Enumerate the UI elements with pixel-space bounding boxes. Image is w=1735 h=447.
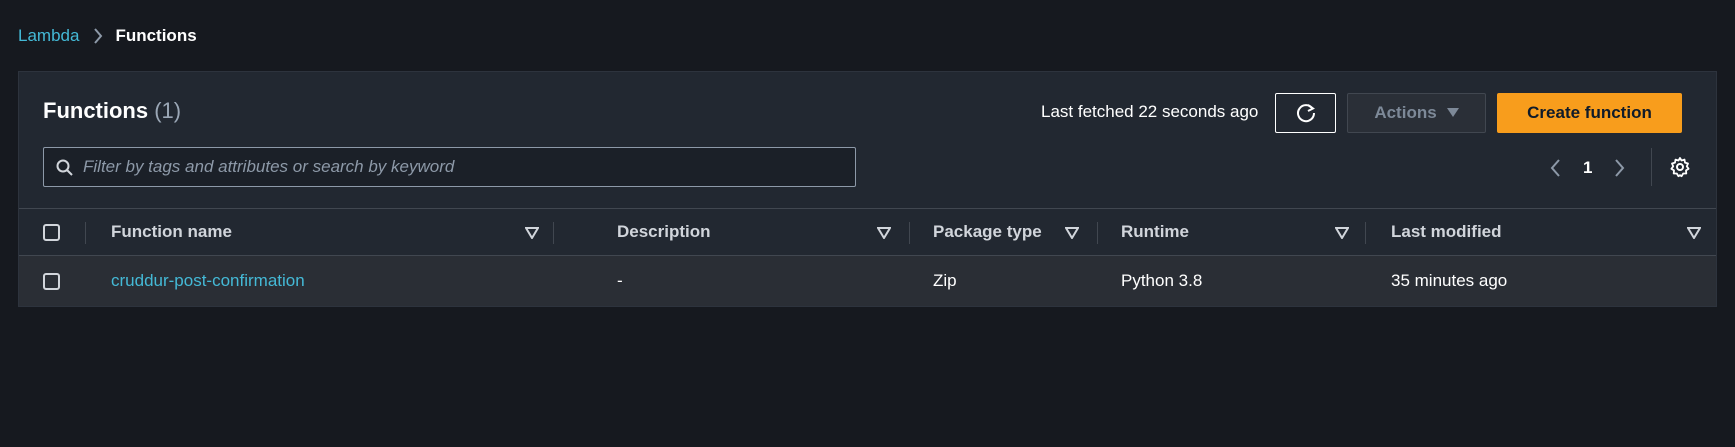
- function-name-link[interactable]: cruddur-post-confirmation: [111, 256, 305, 306]
- pager-divider: [1651, 148, 1652, 186]
- row-checkbox[interactable]: [43, 272, 60, 290]
- last-modified-cell: 35 minutes ago: [1391, 271, 1508, 290]
- sort-icon[interactable]: [1065, 227, 1079, 239]
- page-number[interactable]: 1: [1583, 158, 1592, 178]
- select-all-checkbox[interactable]: [43, 223, 60, 241]
- table-row: cruddur-post-confirmation - Zip Python 3…: [19, 256, 1716, 306]
- sort-icon[interactable]: [1687, 227, 1701, 239]
- functions-panel: Functions (1) Last fetched 22 seconds ag…: [18, 71, 1717, 307]
- search-input[interactable]: [83, 157, 855, 177]
- breadcrumb-lambda-link[interactable]: Lambda: [18, 26, 79, 46]
- refresh-icon: [1296, 104, 1315, 123]
- sort-icon[interactable]: [877, 227, 891, 239]
- column-divider: [85, 222, 86, 244]
- search-icon: [56, 159, 73, 176]
- column-divider: [1365, 222, 1366, 244]
- function-count: (1): [154, 98, 182, 123]
- breadcrumb-current: Functions: [115, 26, 197, 45]
- sort-icon[interactable]: [525, 227, 539, 239]
- settings-button[interactable]: [1669, 156, 1691, 183]
- caret-down-icon: [1446, 108, 1459, 117]
- actions-button[interactable]: Actions: [1347, 93, 1486, 133]
- header-package-type[interactable]: Package type: [933, 209, 1042, 255]
- functions-table: Function name Description Package type R…: [19, 208, 1716, 306]
- column-divider: [553, 222, 554, 244]
- header-description[interactable]: Description: [617, 209, 711, 255]
- create-function-button[interactable]: Create function: [1497, 93, 1682, 133]
- row-select-cell: [43, 256, 60, 306]
- search-field[interactable]: [43, 147, 856, 187]
- header-last-modified[interactable]: Last modified: [1391, 209, 1502, 255]
- header-runtime[interactable]: Runtime: [1121, 209, 1189, 255]
- breadcrumb: Lambda Functions: [18, 26, 197, 46]
- panel-title-text: Functions: [43, 98, 149, 123]
- column-divider: [1097, 222, 1098, 244]
- description-cell: -: [617, 271, 623, 290]
- actions-label: Actions: [1374, 103, 1437, 122]
- panel-title: Functions (1): [43, 98, 181, 124]
- refresh-button[interactable]: [1275, 93, 1336, 133]
- header-function-name[interactable]: Function name: [111, 209, 232, 255]
- sort-icon[interactable]: [1335, 227, 1349, 239]
- pagination: 1: [1549, 152, 1626, 184]
- chevron-left-icon[interactable]: [1549, 158, 1561, 178]
- chevron-right-icon[interactable]: [1614, 158, 1626, 178]
- package-type-cell: Zip: [933, 271, 957, 290]
- chevron-right-icon: [93, 28, 103, 44]
- select-all-cell: [43, 209, 60, 255]
- runtime-cell: Python 3.8: [1121, 271, 1203, 290]
- column-divider: [909, 222, 910, 244]
- last-fetched-text: Last fetched 22 seconds ago: [1041, 102, 1259, 121]
- gear-icon: [1670, 157, 1690, 178]
- table-header-row: Function name Description Package type R…: [19, 208, 1716, 256]
